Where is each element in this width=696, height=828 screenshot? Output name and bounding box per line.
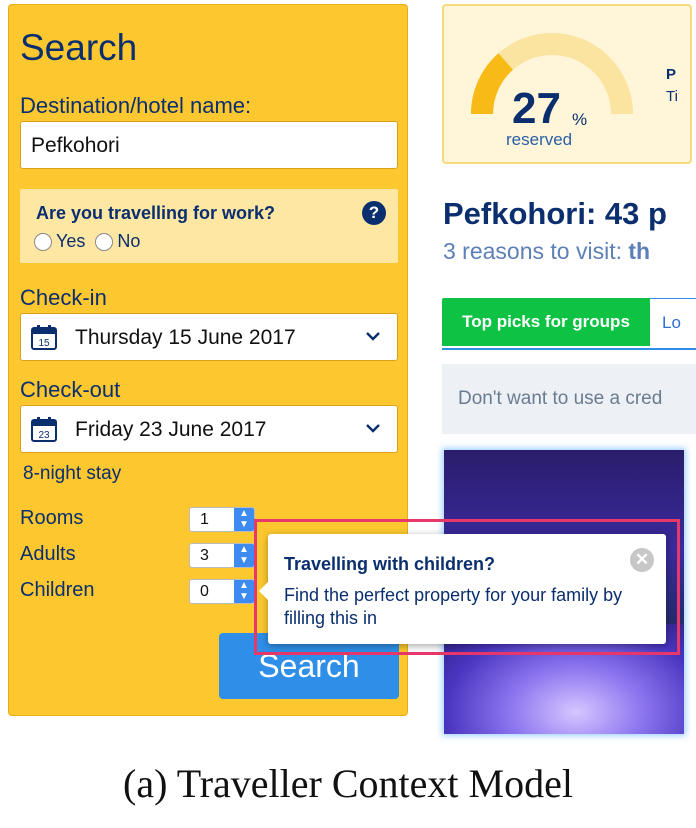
close-icon[interactable]: ✕ xyxy=(630,548,654,572)
night-stay-text: 8-night stay xyxy=(23,463,122,484)
adults-label: Adults xyxy=(20,543,76,565)
destination-value: Pefkohori xyxy=(31,134,120,157)
work-travel-question: Are you travelling for work? xyxy=(36,203,276,223)
checkout-label: Check-out xyxy=(20,377,121,402)
rooms-label: Rooms xyxy=(20,507,84,529)
children-value: 0 xyxy=(200,583,209,600)
stepper-arrows-icon[interactable]: ▲ ▼ xyxy=(234,508,254,531)
adults-stepper[interactable]: 3 ▲ ▼ xyxy=(189,543,255,568)
children-stepper[interactable]: 0 ▲ ▼ xyxy=(189,579,255,604)
reserved-side-text-2: Ti xyxy=(666,88,678,105)
rooms-stepper[interactable]: 1 ▲ ▼ xyxy=(189,507,255,532)
tooltip-body: Find the perfect property for your famil… xyxy=(284,585,623,628)
results-tabs: Top picks for groups Lo xyxy=(442,298,696,350)
checkin-calendar-day: 15 xyxy=(38,338,50,349)
calendar-icon: 23 xyxy=(31,417,57,442)
children-label: Children xyxy=(20,579,95,601)
search-panel-title: Search xyxy=(20,27,138,68)
rooms-value: 1 xyxy=(200,511,209,528)
checkin-select[interactable]: 15 Thursday 15 June 2017 xyxy=(20,313,398,361)
credit-card-notice: Don't want to use a cred xyxy=(442,364,696,434)
destination-title: Pefkohori: 43 p xyxy=(443,196,667,231)
stepper-arrows-icon[interactable]: ▲ ▼ xyxy=(234,580,254,603)
radio-yes[interactable] xyxy=(34,232,52,251)
checkout-value: Friday 23 June 2017 xyxy=(75,418,267,441)
help-icon[interactable]: ? xyxy=(362,201,386,225)
reserved-side-text-1: P xyxy=(666,66,677,83)
destination-subtitle-prefix: 3 reasons to visit: xyxy=(443,238,629,264)
destination-input[interactable]: Pefkohori xyxy=(20,121,398,169)
reserved-label: reserved xyxy=(506,130,573,149)
destination-subtitle: 3 reasons to visit: th xyxy=(443,238,650,265)
checkout-calendar-day: 23 xyxy=(38,430,50,441)
reserved-gauge-fill xyxy=(471,53,514,115)
children-tooltip: Travelling with children? Find the perfe… xyxy=(259,534,666,644)
destination-label: Destination/hotel name: xyxy=(20,93,252,118)
stepper-arrows-icon[interactable]: ▲ ▼ xyxy=(234,544,254,567)
calendar-icon: 15 xyxy=(31,325,57,350)
chevron-down-icon xyxy=(366,332,380,341)
destination-subtitle-link[interactable]: th xyxy=(628,238,650,264)
adults-value: 3 xyxy=(200,547,209,564)
radio-no[interactable] xyxy=(95,232,114,251)
reserved-card: 27 % reserved P Ti xyxy=(442,4,692,164)
tab-top-picks-for-groups[interactable]: Top picks for groups xyxy=(442,298,650,346)
checkin-value: Thursday 15 June 2017 xyxy=(75,326,296,349)
checkout-select[interactable]: 23 Friday 23 June 2017 xyxy=(20,405,398,453)
chevron-down-icon xyxy=(366,424,380,433)
tooltip-title: Travelling with children? xyxy=(284,554,496,574)
work-travel-options: Yes No xyxy=(34,231,150,252)
figure-caption: (a) Traveller Context Model xyxy=(123,761,573,806)
work-travel-box: Are you travelling for work? ? Yes No xyxy=(20,189,398,263)
tab-other[interactable]: Lo xyxy=(650,298,696,346)
reserved-unit: % xyxy=(572,110,588,129)
radio-yes-label: Yes xyxy=(56,231,86,251)
reserved-value: 27 xyxy=(512,84,561,133)
checkin-label: Check-in xyxy=(20,285,107,310)
radio-no-label: No xyxy=(117,231,141,251)
tooltip-arrow xyxy=(259,582,268,600)
